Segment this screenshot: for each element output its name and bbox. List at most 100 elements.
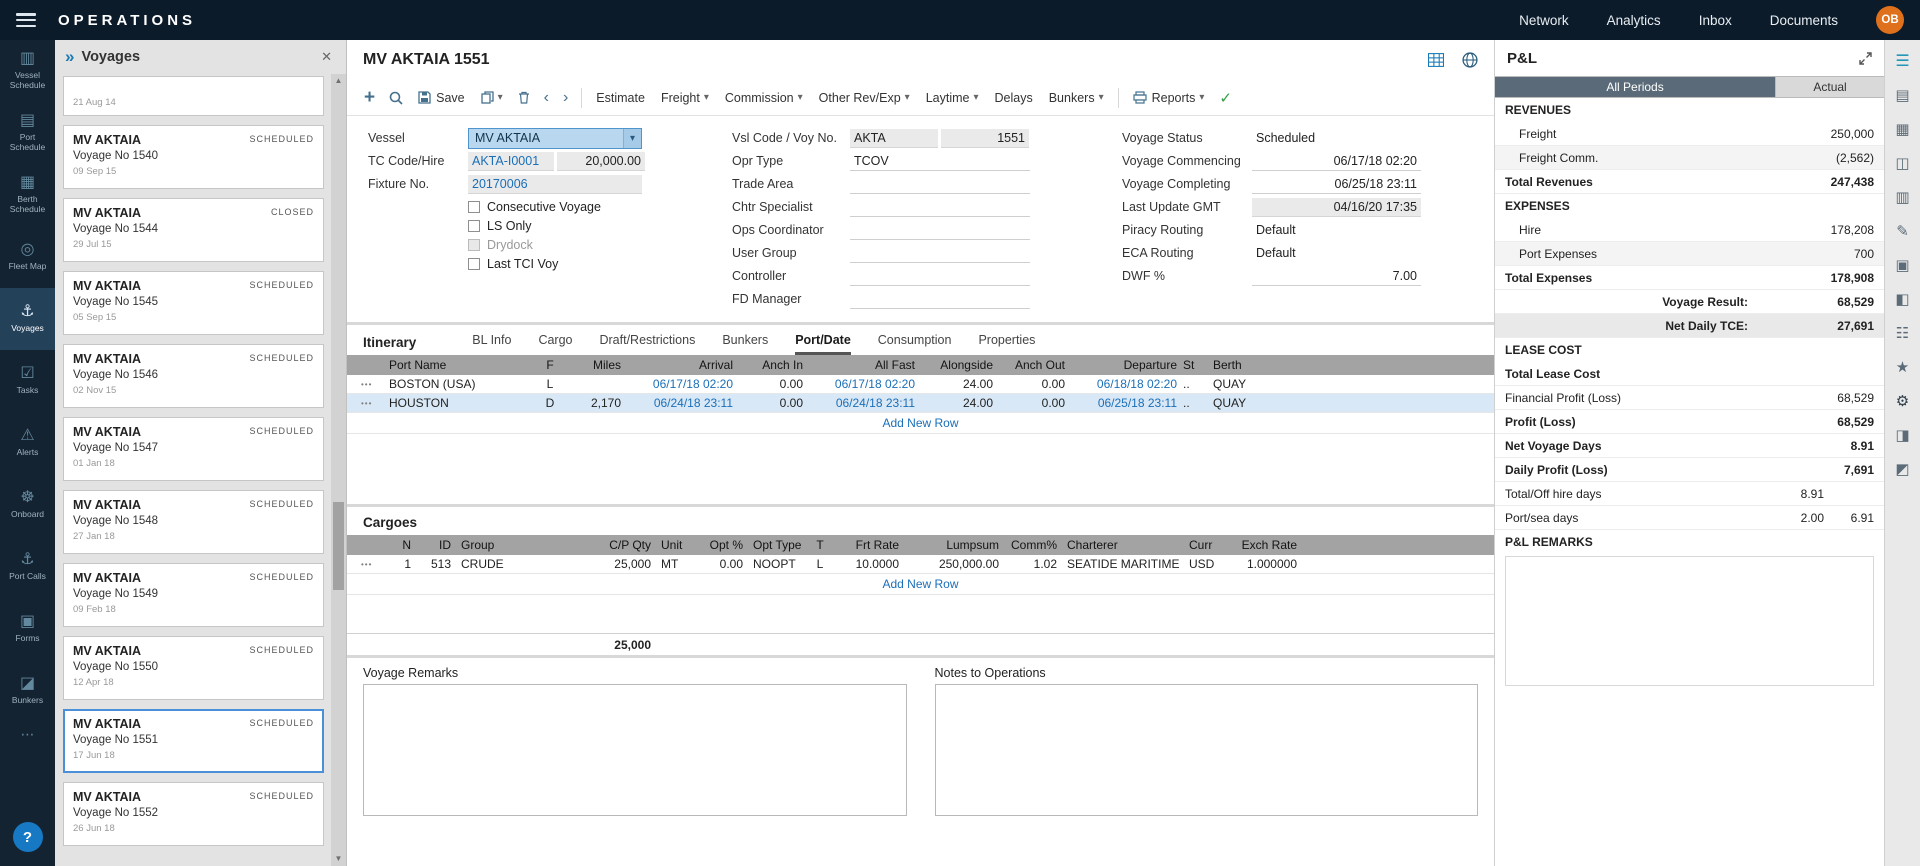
tab-all-periods[interactable]: All Periods <box>1495 77 1775 97</box>
commission-menu[interactable]: Commission▾ <box>717 85 811 111</box>
settings-gear-icon[interactable]: ⚙ <box>1885 384 1920 418</box>
voyage-remarks-input[interactable] <box>363 684 907 816</box>
tc-code-field[interactable]: AKTA-I0001 <box>468 152 554 171</box>
sidebar-item[interactable]: ◪ Bunkers <box>0 660 55 722</box>
voy-no-field[interactable]: 1551 <box>941 129 1029 148</box>
sidebar-item[interactable]: ▥ Vessel Schedule <box>0 40 55 102</box>
delete-button[interactable] <box>511 91 537 104</box>
rows-panel-icon[interactable]: ▥ <box>1885 180 1920 214</box>
dashboard-panel-icon[interactable]: ▣ <box>1885 248 1920 282</box>
voyages-scrollbar[interactable]: ▲ ▼ <box>331 74 346 866</box>
previous-button[interactable]: ‹ <box>537 90 556 106</box>
sidebar-item[interactable]: ▣ Forms <box>0 598 55 660</box>
cargo-row[interactable]: ••• 1 513 CRUDE 25,000 MT 0.00 NOOPT L 1… <box>347 555 1494 574</box>
voyage-commencing-field[interactable]: 06/17/18 02:20 <box>1252 152 1421 171</box>
voyage-card[interactable]: MV AKTAIA SCHEDULED Voyage No 1540 09 Se… <box>63 125 324 189</box>
topbar-nav-item[interactable]: Analytics <box>1607 13 1661 28</box>
voyage-completing-field[interactable]: 06/25/18 23:11 <box>1252 175 1421 194</box>
save-button[interactable]: Save <box>410 85 473 111</box>
schedule-panel-icon[interactable]: ▤ <box>1885 78 1920 112</box>
scrollbar-thumb[interactable] <box>333 502 344 590</box>
row-menu-icon[interactable]: ••• <box>361 560 387 569</box>
bunkers-menu[interactable]: Bunkers▾ <box>1041 85 1112 111</box>
ops-coordinator-field[interactable] <box>850 221 1030 240</box>
checkbox[interactable] <box>468 239 480 251</box>
dwf-field[interactable]: 7.00 <box>1252 267 1421 286</box>
voyage-card[interactable]: MV AKTAIA SCHEDULED Voyage No 1549 09 Fe… <box>63 563 324 627</box>
checkbox[interactable] <box>468 258 480 270</box>
voyage-card-partial[interactable]: 21 Aug 14 <box>63 76 324 116</box>
checkbox-row[interactable]: Drydock <box>468 235 668 254</box>
favorites-panel-icon[interactable]: ★ <box>1885 350 1920 384</box>
sidebar-item[interactable]: ▤ Port Schedule <box>0 102 55 164</box>
sidebar-overflow-icon[interactable]: ⋯ <box>0 726 55 743</box>
voyage-card[interactable]: MV AKTAIA SCHEDULED Voyage No 1546 02 No… <box>63 344 324 408</box>
voyage-card[interactable]: MV AKTAIA SCHEDULED Voyage No 1552 26 Ju… <box>63 782 324 846</box>
checkbox-row[interactable]: LS Only <box>468 216 668 235</box>
help-button[interactable]: ? <box>13 822 43 852</box>
grid-panel-icon[interactable]: ▦ <box>1885 112 1920 146</box>
add-button[interactable]: + <box>357 88 382 107</box>
row-menu-icon[interactable]: ••• <box>361 399 387 408</box>
scroll-down-icon[interactable]: ▼ <box>331 852 346 866</box>
controller-field[interactable] <box>850 267 1030 286</box>
sidebar-item[interactable]: ☑ Tasks <box>0 350 55 412</box>
trade-area-field[interactable] <box>850 175 1030 194</box>
user-avatar[interactable]: OB <box>1876 6 1904 34</box>
copy-button[interactable]: ▾ <box>473 85 511 111</box>
layers-panel-icon[interactable]: ◩ <box>1885 452 1920 486</box>
notes-to-operations-input[interactable] <box>935 684 1479 816</box>
checkbox-row[interactable]: Last TCI Voy <box>468 254 668 273</box>
sidebar-item[interactable]: ☸ Onboard <box>0 474 55 536</box>
itinerary-tab[interactable]: Draft/Restrictions <box>599 325 695 355</box>
voyage-card[interactable]: MV AKTAIA SCHEDULED Voyage No 1550 12 Ap… <box>63 636 324 700</box>
split-view-icon[interactable]: ◧ <box>1885 282 1920 316</box>
other-rev-exp-menu[interactable]: Other Rev/Exp▾ <box>811 85 918 111</box>
freight-menu[interactable]: Freight▾ <box>653 85 717 111</box>
vsl-code-field[interactable]: AKTA <box>850 129 938 148</box>
next-button[interactable]: › <box>556 90 575 106</box>
pnl-remarks-input[interactable] <box>1505 556 1874 686</box>
search-button[interactable] <box>382 91 410 105</box>
topbar-nav-item[interactable]: Documents <box>1770 13 1838 28</box>
sidebar-item[interactable]: ⚓ Port Calls <box>0 536 55 598</box>
itinerary-tab[interactable]: Properties <box>978 325 1035 355</box>
reports-menu[interactable]: Reports ▾ <box>1125 85 1213 111</box>
voyage-card[interactable]: MV AKTAIA SCHEDULED Voyage No 1547 01 Ja… <box>63 417 324 481</box>
panel-menu-icon[interactable]: ☰ <box>1885 44 1920 78</box>
collapse-panel-icon[interactable]: » <box>65 47 74 67</box>
opr-type-field[interactable]: TCOV <box>850 152 1030 171</box>
sidebar-item[interactable]: ◎ Fleet Map <box>0 226 55 288</box>
topbar-nav-item[interactable]: Network <box>1519 13 1569 28</box>
chtr-specialist-field[interactable] <box>850 198 1030 217</box>
user-group-field[interactable] <box>850 244 1030 263</box>
tab-actual[interactable]: Actual <box>1775 77 1884 97</box>
close-panel-icon[interactable]: ✕ <box>317 49 336 65</box>
sidebar-item[interactable]: ⚠ Alerts <box>0 412 55 474</box>
side-panel-icon[interactable]: ◨ <box>1885 418 1920 452</box>
laytime-menu[interactable]: Laytime▾ <box>918 85 987 111</box>
sidebar-item[interactable]: ⚓ Voyages <box>0 288 55 350</box>
itinerary-tab[interactable]: Port/Date <box>795 325 851 355</box>
columns-panel-icon[interactable]: ◫ <box>1885 146 1920 180</box>
eca-routing-field[interactable]: Default <box>1252 244 1421 263</box>
tc-hire-field[interactable]: 20,000.00 <box>557 152 645 171</box>
expand-icon[interactable] <box>1859 52 1872 65</box>
list-panel-icon[interactable]: ☷ <box>1885 316 1920 350</box>
checkbox-row[interactable]: Consecutive Voyage <box>468 197 668 216</box>
globe-icon[interactable] <box>1462 52 1478 68</box>
itinerary-row[interactable]: ••• HOUSTON D 2,170 06/24/18 23:11 0.00 … <box>347 394 1494 413</box>
fd-manager-field[interactable] <box>850 290 1030 309</box>
voyage-card[interactable]: MV AKTAIA CLOSED Voyage No 1544 29 Jul 1… <box>63 198 324 262</box>
estimate-button[interactable]: Estimate <box>588 85 653 111</box>
scroll-up-icon[interactable]: ▲ <box>331 74 346 88</box>
piracy-routing-field[interactable]: Default <box>1252 221 1421 240</box>
vessel-select[interactable]: MV AKTAIA ▾ <box>468 128 642 149</box>
voyage-card[interactable]: MV AKTAIA SCHEDULED Voyage No 1545 05 Se… <box>63 271 324 335</box>
checkbox[interactable] <box>468 220 480 232</box>
voyage-card[interactable]: MV AKTAIA SCHEDULED Voyage No 1551 17 Ju… <box>63 709 324 773</box>
itinerary-tab[interactable]: Bunkers <box>722 325 768 355</box>
voyage-status-field[interactable]: Scheduled <box>1252 129 1421 148</box>
menu-icon[interactable] <box>16 13 36 27</box>
grid-view-icon[interactable] <box>1428 53 1444 67</box>
